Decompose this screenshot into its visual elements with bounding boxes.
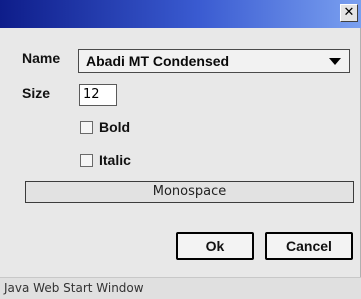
- title-bar[interactable]: ✕: [0, 0, 361, 28]
- font-name-value: Abadi MT Condensed: [86, 53, 230, 69]
- status-text: Java Web Start Window: [4, 281, 144, 295]
- italic-label: Italic: [99, 152, 131, 168]
- font-preview: Monospace: [25, 181, 354, 203]
- close-icon: ✕: [343, 5, 355, 20]
- chevron-down-icon[interactable]: [329, 58, 341, 65]
- bold-checkbox[interactable]: [80, 121, 93, 134]
- close-button[interactable]: ✕: [340, 4, 358, 22]
- status-bar: Java Web Start Window: [0, 277, 361, 299]
- italic-checkbox[interactable]: [80, 154, 93, 167]
- size-label: Size: [22, 85, 51, 101]
- cancel-button[interactable]: Cancel: [265, 232, 353, 260]
- ok-button[interactable]: Ok: [176, 232, 254, 260]
- name-label: Name: [22, 50, 61, 66]
- bold-label: Bold: [99, 119, 131, 135]
- font-size-field[interactable]: 12: [79, 84, 117, 106]
- font-name-dropdown[interactable]: Abadi MT Condensed: [78, 49, 350, 73]
- font-dialog-window: ✕ Name Abadi MT Condensed Size 12 Bold I…: [0, 0, 361, 299]
